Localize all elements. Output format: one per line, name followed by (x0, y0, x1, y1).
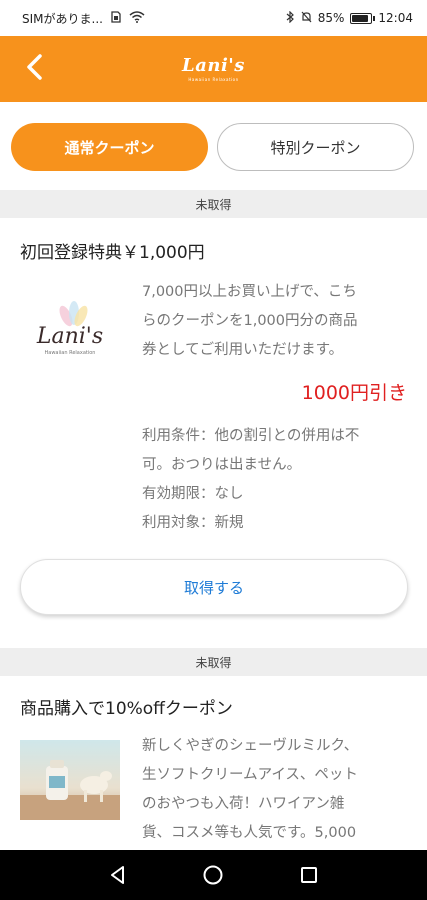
coupon-title: 商品購入で10%offクーポン (20, 699, 233, 719)
discount-amount: 1000円引き (301, 382, 407, 404)
coupon-logo-subtext: Hawaiian Relaxation (44, 350, 96, 356)
carrier-text: SIMがありま... (22, 11, 103, 26)
header-logo-subtext: Hawaiian Relaxation (188, 76, 239, 82)
acquire-coupon-button[interactable]: 取得する (20, 559, 408, 615)
product-image (20, 740, 120, 820)
bluetooth-icon (286, 10, 295, 26)
status-bar: SIMがありま... 85% 12:04 (0, 0, 427, 36)
description-line: 新しくやぎのシェーヴルミルク、 (142, 738, 359, 754)
chevron-left-icon (25, 53, 43, 85)
square-recents-icon (301, 867, 318, 883)
description-line: 7,000円以上お買い上げで、こち (142, 284, 357, 300)
target-text: 利用対象：新規 (142, 515, 244, 531)
description-line: らのクーポンを1,000円分の商品 (142, 313, 358, 329)
triangle-back-icon (110, 866, 124, 884)
sim-icon (111, 10, 121, 26)
battery-icon (350, 12, 376, 24)
description-line: 生ソフトクリームアイス、ペット (142, 767, 358, 783)
coupon-description: 新しくやぎのシェーヴルミルク、 生ソフトクリームアイス、ペット のおやつも入荷！… (142, 732, 412, 848)
goat-milk-illustration (20, 760, 120, 820)
mute-bell-icon (301, 11, 312, 26)
battery-percent: 85% (317, 11, 345, 25)
nav-recents-button[interactable] (297, 863, 321, 887)
coupon-description: 7,000円以上お買い上げで、こち らのクーポンを1,000円分の商品 券として… (142, 278, 412, 365)
header-logo-text: Lani's (182, 54, 245, 76)
coupon-title: 初回登録特典￥1,000円 (20, 243, 205, 263)
usage-conditions: 利用条件：他の割引との併用は不 可。おつりは出ません。 有効期限：なし 利用対象… (142, 422, 412, 538)
header-logo: Lani's Hawaiian Relaxation (182, 54, 245, 82)
coupon-logo: Lani's Hawaiian Relaxation (20, 300, 120, 364)
system-nav-bar (0, 850, 427, 900)
condition-line: 利用条件：他の割引との併用は不 (142, 428, 360, 444)
coupon-status-header: 未取得 (0, 648, 427, 676)
nav-back-button[interactable] (106, 863, 130, 887)
expiry-text: 有効期限：なし (142, 486, 244, 502)
wifi-icon (129, 10, 145, 26)
coupon-tab-bar: 通常クーポン 特別クーポン (0, 102, 427, 190)
description-line: 券としてご利用いただけます。 (142, 342, 344, 358)
coupon-card: 初回登録特典￥1,000円 Lani's Hawaiian Relaxation… (0, 218, 427, 646)
tab-special-coupon[interactable]: 特別クーポン (217, 123, 414, 171)
coupon-logo-text: Lani's (36, 324, 104, 349)
coupon-card: 商品購入で10%offクーポン 新しくやぎのシェーヴルミルク、 生ソフトクリーム… (0, 676, 427, 850)
clock: 12:04 (378, 11, 413, 25)
back-button[interactable] (18, 49, 50, 89)
condition-line: 可。おつりは出ません。 (142, 457, 302, 473)
coupon-status-header: 未取得 (0, 190, 427, 218)
description-line: 貨、コスメ等も人気です。5,000 (142, 825, 357, 841)
tab-regular-coupon[interactable]: 通常クーポン (11, 123, 208, 171)
circle-home-icon (203, 865, 223, 885)
app-header: Lani's Hawaiian Relaxation (0, 36, 427, 102)
description-line: のおやつも入荷！ハワイアン雑 (142, 796, 345, 812)
status-left: SIMがありま... (22, 10, 286, 27)
nav-home-button[interactable] (201, 863, 225, 887)
status-right: 85% 12:04 (286, 10, 413, 26)
